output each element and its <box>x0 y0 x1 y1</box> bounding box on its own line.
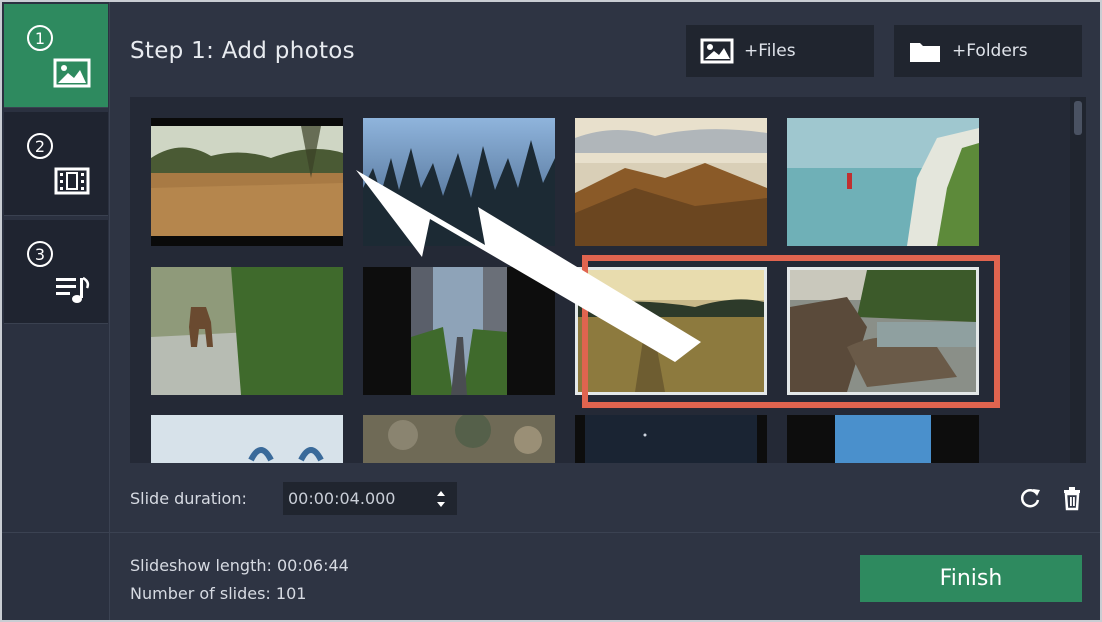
slide-duration-value: 00:00:04.000 <box>288 489 396 508</box>
rotate-icon[interactable] <box>1016 484 1044 512</box>
spin-arrows-icon[interactable] <box>431 485 451 513</box>
drag-arrow-annotation <box>356 170 701 362</box>
svg-text:3: 3 <box>35 245 45 264</box>
number-of-slides: Number of slides: 101 <box>130 584 307 603</box>
add-files-label: +Files <box>744 41 796 61</box>
film-clip-icon <box>54 167 90 195</box>
svg-text:2: 2 <box>35 137 45 156</box>
step-2-video-tab[interactable]: 2 <box>4 112 108 216</box>
step-number-1-icon: 1 <box>27 25 53 51</box>
image-file-icon <box>700 38 734 64</box>
finish-button[interactable]: Finish <box>860 555 1082 602</box>
svg-text:1: 1 <box>35 29 45 48</box>
page-title: Step 1: Add photos <box>130 38 355 64</box>
step-number-3-icon: 3 <box>27 241 53 267</box>
slide-duration-input[interactable]: 00:00:04.000 <box>283 482 457 515</box>
folder-icon <box>910 43 940 62</box>
add-folders-label: +Folders <box>952 41 1028 61</box>
step-sidebar: 1 2 3 <box>2 2 110 620</box>
add-folders-button[interactable]: +Folders <box>894 25 1082 77</box>
step-3-music-tab[interactable]: 3 <box>4 220 108 324</box>
slide-duration-label: Slide duration: <box>130 489 247 508</box>
main-panel: Step 1: Add photos +Files +Folders Slide… <box>2 2 1100 620</box>
photo-gallery <box>130 97 1086 463</box>
scrollbar-thumb[interactable] <box>1074 101 1082 135</box>
gallery-scrollbar[interactable] <box>1070 97 1086 463</box>
add-files-button[interactable]: +Files <box>686 25 874 77</box>
footer-divider <box>2 532 1100 533</box>
photo-icon <box>53 58 91 88</box>
step-number-2-icon: 2 <box>27 133 53 159</box>
slideshow-length: Slideshow length: 00:06:44 <box>130 556 349 575</box>
music-list-icon <box>56 276 90 303</box>
app-window: 1 2 3 Step 1: Add photos +Files +Folders… <box>0 0 1102 622</box>
delete-icon[interactable] <box>1058 484 1086 512</box>
step-1-add-photos-tab[interactable]: 1 <box>4 4 108 108</box>
